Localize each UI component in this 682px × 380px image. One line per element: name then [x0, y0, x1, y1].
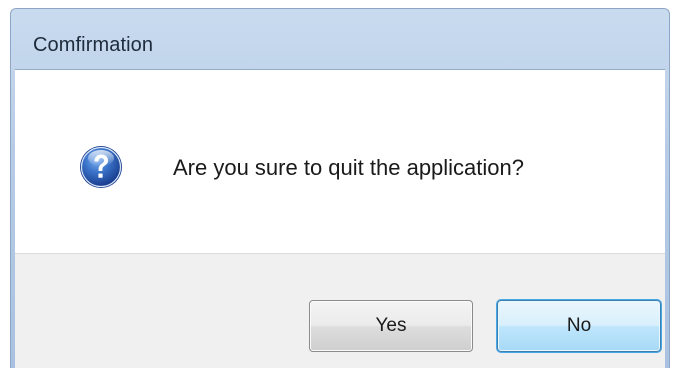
dialog-body: Are you sure to quit the application? Ye… — [15, 69, 665, 368]
no-button[interactable]: No — [497, 300, 661, 352]
message-area: Are you sure to quit the application? — [15, 70, 665, 253]
confirmation-message: Are you sure to quit the application? — [173, 155, 525, 180]
title-bar[interactable]: Comfirmation — [11, 9, 669, 69]
window-title: Comfirmation — [33, 34, 154, 56]
confirmation-dialog: Comfirmation Are you sure to quit the ap… — [10, 8, 670, 368]
button-bar: Yes No — [15, 253, 665, 368]
yes-button[interactable]: Yes — [309, 300, 473, 352]
question-icon — [80, 146, 122, 188]
